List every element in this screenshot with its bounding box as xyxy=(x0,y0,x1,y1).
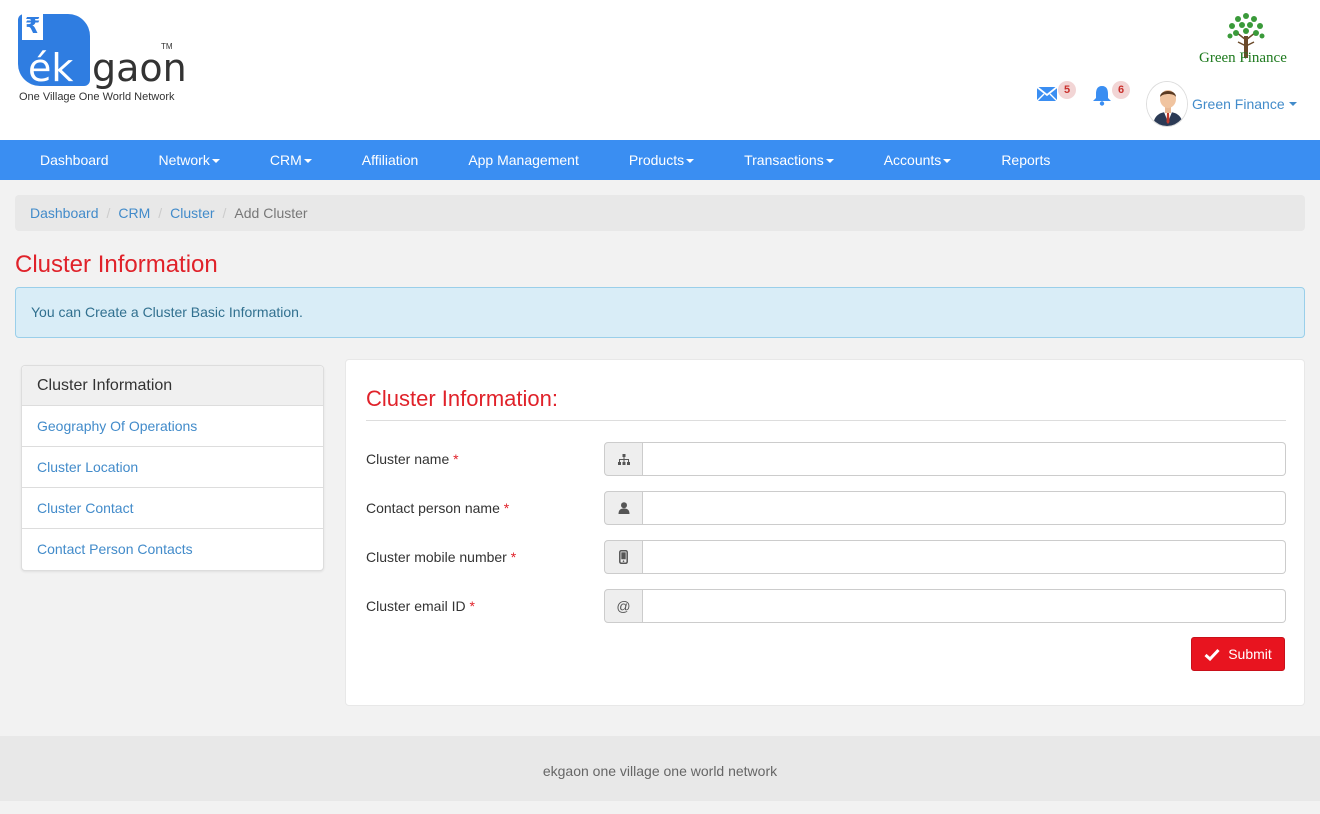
chevron-down-icon xyxy=(211,159,220,164)
header: ₹ ék gaon TM One Village One World Netwo… xyxy=(0,0,1320,140)
cluster-name-input[interactable] xyxy=(643,442,1286,476)
ekgaon-logo[interactable]: ₹ ék gaon TM One Village One World Netwo… xyxy=(18,12,187,107)
green-finance-logo-text: Green Finance xyxy=(1199,50,1287,66)
info-alert: You can Create a Cluster Basic Informati… xyxy=(15,287,1305,338)
breadcrumb-cluster[interactable]: Cluster xyxy=(170,205,214,221)
sidebar-item-cluster-location[interactable]: Cluster Location xyxy=(22,447,323,488)
nav-item-label: Network xyxy=(158,152,210,168)
nav-item-reports[interactable]: Reports xyxy=(976,140,1075,180)
page-title: Cluster Information xyxy=(15,251,218,278)
sidebar-item-geography[interactable]: Geography Of Operations xyxy=(22,406,323,447)
bell-icon xyxy=(1093,86,1111,106)
at-icon: @ xyxy=(604,589,643,623)
nav-item-label: Dashboard xyxy=(40,152,109,168)
nav-item-products[interactable]: Products xyxy=(604,140,719,180)
rupee-icon: ₹ xyxy=(22,14,44,40)
nav-item-label: Reports xyxy=(1001,152,1051,168)
mobile-number-input[interactable] xyxy=(643,540,1286,574)
main-nav: Dashboard Network CRM Affiliation App Manage… xyxy=(0,140,1320,180)
mobile-number-row: Cluster mobile number * xyxy=(366,540,1286,574)
logo-tagline: One Village One World Network xyxy=(19,91,175,103)
sidebar-item-contact-person-contacts[interactable]: Contact Person Contacts xyxy=(22,529,323,570)
breadcrumb-separator: / xyxy=(106,205,111,221)
logo-gaon-text: gaon xyxy=(92,46,187,90)
contact-person-input[interactable] xyxy=(643,491,1286,525)
breadcrumb: Dashboard / CRM / Cluster / Add Cluster xyxy=(15,195,1305,231)
check-icon xyxy=(1204,648,1220,661)
breadcrumb-current: Add Cluster xyxy=(234,205,308,221)
mobile-number-label: Cluster mobile number * xyxy=(366,549,517,565)
contact-person-row: Contact person name * xyxy=(366,491,1286,525)
nav-item-network[interactable]: Network xyxy=(134,140,245,180)
nav-item-accounts[interactable]: Accounts xyxy=(859,140,977,180)
sitemap-icon xyxy=(604,442,643,476)
chevron-down-icon xyxy=(943,159,952,164)
chevron-down-icon xyxy=(303,159,312,164)
messages-button[interactable]: 5 xyxy=(1036,81,1076,109)
chevron-down-icon xyxy=(1288,102,1297,106)
avatar xyxy=(1146,81,1188,127)
submit-label: Submit xyxy=(1228,646,1272,662)
email-label: Cluster email ID * xyxy=(366,598,475,614)
nav-item-transactions[interactable]: Transactions xyxy=(719,140,859,180)
notifications-count-badge: 6 xyxy=(1112,81,1130,99)
breadcrumb-separator: / xyxy=(158,205,163,221)
submit-button[interactable]: Submit xyxy=(1191,637,1285,671)
breadcrumb-dashboard[interactable]: Dashboard xyxy=(30,205,99,221)
form-divider xyxy=(366,420,1286,421)
breadcrumb-crm[interactable]: CRM xyxy=(118,205,150,221)
cluster-name-row: Cluster name * xyxy=(366,442,1286,476)
logo-ek-text: ék xyxy=(28,46,74,90)
nav-item-label: Accounts xyxy=(883,152,942,168)
cluster-form-panel: Cluster Information: Cluster name * Cont… xyxy=(345,359,1305,706)
messages-count-badge: 5 xyxy=(1058,81,1076,99)
nav-item-label: Transactions xyxy=(744,152,824,168)
nav-item-label: Affiliation xyxy=(361,152,419,168)
nav-item-app-management[interactable]: App Management xyxy=(443,140,604,180)
footer: ekgaon one village one world network xyxy=(0,736,1320,801)
nav-item-affiliation[interactable]: Affiliation xyxy=(337,140,444,180)
user-menu[interactable]: Green Finance xyxy=(1146,80,1297,128)
nav-item-label: CRM xyxy=(269,152,302,168)
sidebar-item-cluster-contact[interactable]: Cluster Contact xyxy=(22,488,323,529)
envelope-icon xyxy=(1036,86,1058,102)
sidebar-panel: Cluster Information Geography Of Operati… xyxy=(21,365,324,571)
logo-trademark: TM xyxy=(161,42,173,51)
breadcrumb-separator: / xyxy=(222,205,227,221)
email-input[interactable] xyxy=(643,589,1286,623)
nav-item-dashboard[interactable]: Dashboard xyxy=(0,140,134,180)
nav-item-label: App Management xyxy=(468,152,579,168)
user-name: Green Finance xyxy=(1192,96,1285,112)
user-icon xyxy=(604,491,643,525)
chevron-down-icon xyxy=(825,159,834,164)
cluster-name-label: Cluster name * xyxy=(366,451,459,467)
green-finance-logo: Green Finance xyxy=(1196,10,1306,70)
form-title: Cluster Information: xyxy=(366,386,558,411)
chevron-down-icon xyxy=(686,159,695,164)
sidebar-heading: Cluster Information xyxy=(22,366,323,406)
notifications-button[interactable]: 6 xyxy=(1092,81,1132,108)
mobile-icon xyxy=(604,540,643,574)
nav-item-crm[interactable]: CRM xyxy=(245,140,337,180)
contact-person-label: Contact person name * xyxy=(366,500,510,516)
nav-item-label: Products xyxy=(628,152,685,168)
email-row: Cluster email ID * @ xyxy=(366,589,1286,623)
